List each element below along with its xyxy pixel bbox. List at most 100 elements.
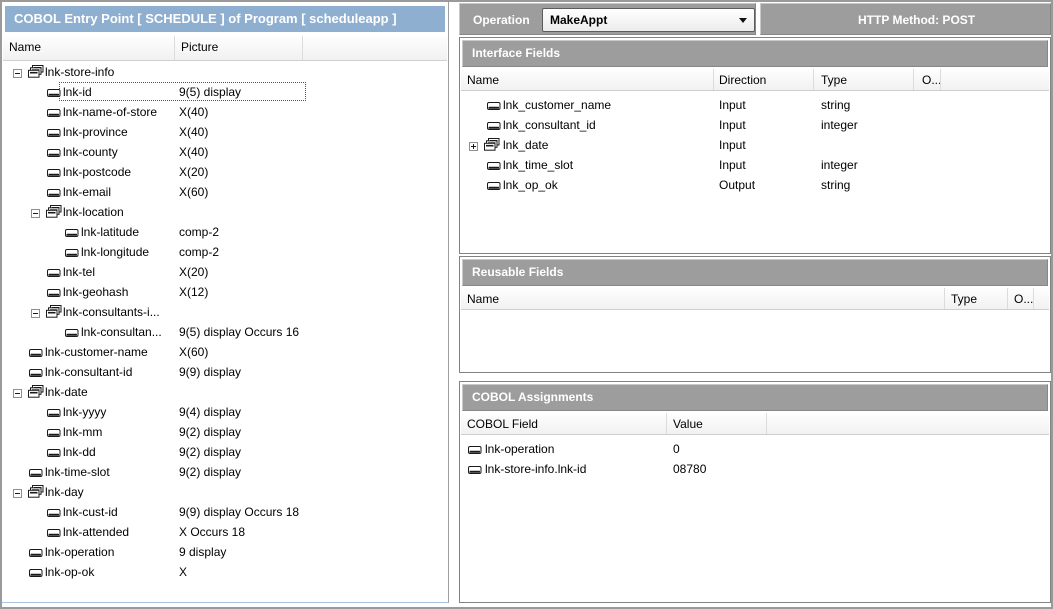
field-icon [47,427,61,441]
field-picture: X Occurs 18 [179,522,245,542]
column-divider[interactable] [766,413,767,434]
assignment-field: lnk-store-info.lnk-id [485,459,586,479]
field-picture: 9(2) display [179,422,241,442]
tree-row[interactable]: lnk-geohashX(12) [3,282,447,302]
tree-row[interactable]: lnk-emailX(60) [3,182,447,202]
field-icon [468,444,482,458]
field-icon [29,567,43,581]
cobol-assignment-row[interactable]: lnk-store-info.lnk-id08780 [461,459,1049,479]
tree-row[interactable]: lnk-longitudecomp-2 [3,242,447,262]
tree-row[interactable]: lnk-consultan... 9(5) display Occurs 16 [3,322,447,342]
group-field-icon [28,485,44,501]
column-divider[interactable] [302,36,303,60]
collapse-icon[interactable] [31,207,40,216]
tree-row[interactable]: lnk-latitude comp-2 [3,222,447,242]
column-divider[interactable] [813,69,814,90]
field-picture: 9(9) display [179,362,241,382]
field-picture: 9(2) display [179,462,241,482]
tree-row[interactable]: lnk-telX(20) [3,262,447,282]
operation-bar: Operation MakeAppt [459,3,756,35]
interface-field-row[interactable]: lnk_consultant_idInputinteger [461,115,1049,135]
tree-row[interactable]: lnk-mm 9(2) display [3,422,447,442]
tree-row[interactable]: lnk-store-info [3,62,447,82]
column-divider[interactable] [666,413,667,434]
tree-row[interactable]: lnk-op-okX [3,562,447,582]
field-icon [47,127,61,141]
collapse-icon[interactable] [13,387,22,396]
collapse-icon[interactable] [13,487,22,496]
column-divider[interactable] [713,69,714,90]
column-occurs: O... [1014,288,1033,309]
tree-row[interactable]: lnk-location [3,202,447,222]
field-icon [47,87,61,101]
tree-row[interactable]: lnk-provinceX(40) [3,122,447,142]
tree-row[interactable]: lnk-dd9(2) display [3,442,447,462]
field-icon [29,347,43,361]
collapse-icon[interactable] [13,67,22,76]
tree-row[interactable]: lnk-consultant-id 9(9) display [3,362,447,382]
tree-row[interactable]: lnk-day [3,482,447,502]
interface-field-row[interactable]: lnk_customer_nameInputstring [461,95,1049,115]
column-name: Name [467,288,499,309]
field-name: lnk-latitude [81,222,139,242]
tree-row[interactable]: lnk-countyX(40) [3,142,447,162]
field-name: lnk-consultan... [81,322,162,342]
tree-row[interactable]: lnk-yyyy9(4) display [3,402,447,422]
field-name: lnk-tel [63,262,95,282]
assignment-field: lnk-operation [485,439,554,459]
field-picture: X(60) [179,182,208,202]
field-name: lnk-consultants-i... [63,302,160,322]
tree-row[interactable]: lnk-consultants-i... [3,302,447,322]
operation-dropdown[interactable]: MakeAppt [542,8,755,32]
field-picture: comp-2 [179,222,219,242]
field-name: lnk-postcode [63,162,131,182]
expand-icon[interactable] [469,140,478,149]
column-divider[interactable] [174,36,175,60]
field-name: lnk_time_slot [503,155,573,175]
interface-field-row[interactable]: lnk_dateInput [461,135,1049,155]
field-icon [47,507,61,521]
tree-row[interactable]: lnk-name-of-store X(40) [3,102,447,122]
field-name: lnk-location [63,202,124,222]
field-name: lnk-yyyy [63,402,106,422]
field-icon [47,267,61,281]
field-picture: 9(5) display Occurs 16 [179,322,299,342]
interface-field-row[interactable]: lnk_op_okOutputstring [461,175,1049,195]
tree-row[interactable]: lnk-attended X Occurs 18 [3,522,447,542]
field-icon [468,464,482,478]
column-divider[interactable] [913,69,914,90]
field-name: lnk-geohash [63,282,128,302]
cobol-assignments-title: COBOL Assignments [462,384,1048,411]
field-picture: 9 display [179,542,226,562]
group-field-icon [28,65,44,81]
field-name: lnk-mm [63,422,102,442]
field-name: lnk-id [63,82,92,102]
tree-row[interactable]: lnk-operation9 display [3,542,447,562]
cobol-assignment-row[interactable]: lnk-operation0 [461,439,1049,459]
tree-row[interactable]: lnk-cust-id9(9) display Occurs 18 [3,502,447,522]
field-name: lnk-name-of-store [63,102,157,122]
field-picture: X(40) [179,102,208,122]
column-divider[interactable] [944,288,945,309]
collapse-icon[interactable] [31,307,40,316]
column-divider[interactable] [940,69,941,90]
field-icon [487,100,501,114]
cobol-assignments-rows: lnk-operation0lnk-store-info.lnk-id08780 [461,439,1049,601]
column-divider[interactable] [1007,288,1008,309]
tree-row[interactable]: lnk-id9(5) display [3,82,447,102]
column-divider[interactable] [1033,288,1034,309]
field-icon [29,367,43,381]
field-icon [29,547,43,561]
tree-row[interactable]: lnk-time-slot9(2) display [3,462,447,482]
field-name: lnk-consultant-id [45,362,132,382]
interface-field-row[interactable]: lnk_time_slotInputinteger [461,155,1049,175]
field-picture: X [179,562,187,582]
tree-row[interactable]: lnk-date [3,382,447,402]
field-picture: X(20) [179,162,208,182]
field-name: lnk-attended [63,522,129,542]
tree-row[interactable]: lnk-customer-nameX(60) [3,342,447,362]
tree-row[interactable]: lnk-postcode X(20) [3,162,447,182]
field-type: string [821,95,850,115]
field-name: lnk_customer_name [503,95,611,115]
group-field-icon [484,138,500,154]
